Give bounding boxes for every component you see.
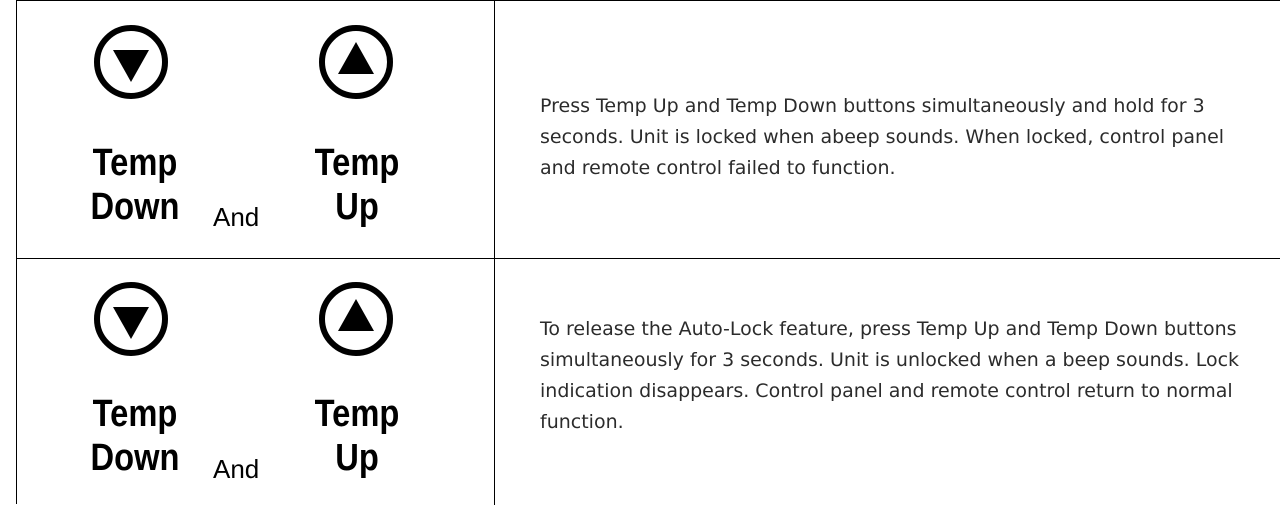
temp-down-label-line2: Down (90, 437, 180, 479)
and-label: And (213, 202, 260, 232)
temp-down-icon (92, 280, 170, 358)
unlock-instructions: To release the Auto-Lock feature, press … (540, 318, 1240, 433)
temp-down-label-line1: Temp (92, 142, 178, 184)
table-row-lock: Temp Down And Temp Up Press Temp Up and … (17, 1, 1280, 259)
and-label: And (213, 454, 260, 484)
button-combination-cell: Temp Down And Temp Up (17, 1, 495, 258)
temp-up-label-line1: Temp (314, 393, 400, 435)
temp-down-label: Temp Down (87, 392, 183, 480)
temp-down-label: Temp Down (87, 141, 183, 229)
instruction-table: Temp Down And Temp Up Press Temp Up and … (16, 0, 1280, 505)
temp-up-label-line1: Temp (314, 142, 400, 184)
temp-down-label-line1: Temp (92, 393, 178, 435)
description-cell: To release the Auto-Lock feature, press … (495, 259, 1280, 505)
temp-up-label: Temp Up (314, 141, 400, 229)
temp-down-icon (92, 23, 170, 101)
lock-instructions: Press Temp Up and Temp Down buttons simu… (540, 95, 1225, 179)
table-row-unlock: Temp Down And Temp Up To release the Aut… (17, 259, 1280, 505)
temp-up-label: Temp Up (314, 392, 400, 480)
button-combination-cell: Temp Down And Temp Up (17, 259, 495, 505)
temp-down-label-line2: Down (90, 186, 180, 228)
temp-up-icon (317, 280, 395, 358)
temp-up-label-line2: Up (335, 437, 379, 479)
temp-up-icon (317, 23, 395, 101)
description-cell: Press Temp Up and Temp Down buttons simu… (495, 1, 1280, 258)
temp-up-label-line2: Up (335, 186, 379, 228)
